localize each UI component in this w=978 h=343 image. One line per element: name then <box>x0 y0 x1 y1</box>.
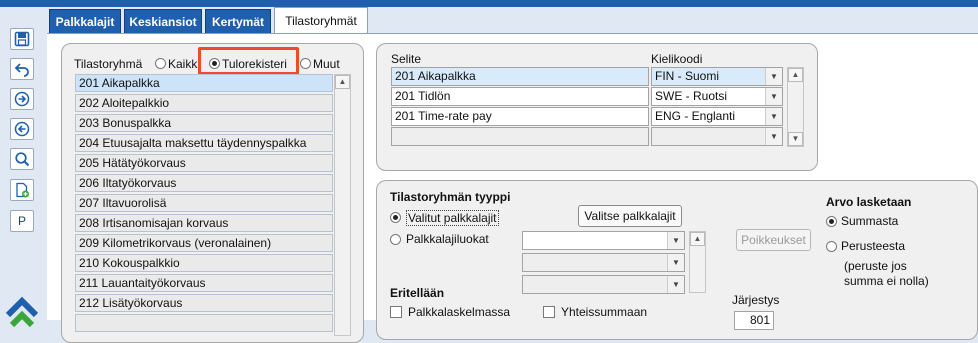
tab-keskiansiot[interactable]: Keskiansiot <box>124 9 202 33</box>
luokat-radio[interactable] <box>390 234 401 245</box>
language-select[interactable]: SWE - Ruotsi ▼ <box>651 87 783 106</box>
yhteissumma-checkbox[interactable] <box>543 306 555 318</box>
chevron-down-icon[interactable]: ▼ <box>765 108 782 125</box>
palkkalajiluokka-select[interactable]: ▼ <box>522 231 685 250</box>
print-button-label: P <box>17 214 26 228</box>
translations-panel: Selite Kielikoodi 201 Aikapalkka FIN - S… <box>376 43 818 171</box>
window-titlebar <box>0 0 978 7</box>
scroll-up-icon[interactable]: ▲ <box>788 68 803 82</box>
col-header-selite: Selite <box>391 52 422 66</box>
group-list-panel: Tilastoryhmä Kaikki Tulorekisteri Muut 2… <box>61 43 364 343</box>
list-item[interactable]: 210 Kokouspalkkio <box>75 254 333 272</box>
chevron-down-icon[interactable]: ▼ <box>765 128 782 145</box>
language-value: ENG - Englanti <box>655 109 736 123</box>
selite-field[interactable]: 201 Time-rate pay <box>391 107 649 126</box>
side-toolbar: P <box>0 7 47 328</box>
chevron-down-icon[interactable]: ▼ <box>667 276 684 293</box>
scroll-up-icon[interactable]: ▲ <box>335 75 350 89</box>
palkkalaskelma-checkbox[interactable] <box>390 306 402 318</box>
perusteesta-radio[interactable] <box>826 241 837 252</box>
jarjestys-label: Järjestys <box>732 293 780 307</box>
list-item[interactable]: 207 Iltavuorolisä <box>75 194 333 212</box>
list-item[interactable] <box>75 314 333 332</box>
col-header-kielikoodi: Kielikoodi <box>651 52 703 66</box>
chevron-down-icon[interactable]: ▼ <box>667 232 684 249</box>
chevron-down-icon[interactable]: ▼ <box>667 254 684 271</box>
list-item[interactable]: 212 Lisätyökorvaus <box>75 294 333 312</box>
tab-content: Tilastoryhmä Kaikki Tulorekisteri Muut 2… <box>47 33 978 343</box>
tab-tilastoryhmat[interactable]: Tilastoryhmät <box>274 7 368 33</box>
scroll-down-icon[interactable]: ▼ <box>788 132 803 146</box>
app-logo <box>4 295 40 328</box>
list-item[interactable]: 209 Kilometrikorvaus (veronalainen) <box>75 234 333 252</box>
selite-field[interactable] <box>391 127 649 146</box>
eritellaan-title: Eritellään <box>390 286 445 300</box>
list-item[interactable]: 208 Irtisanomisajan korvaus <box>75 214 333 232</box>
palkkalajiluokka-select[interactable]: ▼ <box>522 275 685 294</box>
language-select[interactable]: ▼ <box>651 127 783 146</box>
next-icon[interactable] <box>10 88 34 110</box>
summasta-label: Summasta <box>841 214 899 228</box>
palkkalajiluokka-select[interactable]: ▼ <box>522 253 685 272</box>
arvo-note: (peruste jos summa ei nolla) <box>844 259 929 288</box>
type-title: Tilastoryhmän tyyppi <box>390 190 511 204</box>
save-icon[interactable] <box>10 28 34 50</box>
list-item[interactable]: 203 Bonuspalkka <box>75 114 333 132</box>
list-item[interactable]: 211 Lauantaityökorvaus <box>75 274 333 292</box>
luokat-scrollbar[interactable]: ▲ <box>689 231 706 293</box>
filter-muut-radio[interactable] <box>300 58 311 69</box>
valitut-label: Valitut palkkalajit <box>406 210 499 226</box>
chevron-down-icon[interactable]: ▼ <box>765 68 782 85</box>
type-panel: Tilastoryhmän tyyppi Valitut palkkalajit… <box>376 180 978 340</box>
language-value: SWE - Ruotsi <box>655 89 728 103</box>
filter-label: Tilastoryhmä <box>74 57 143 71</box>
list-scrollbar[interactable]: ▲ <box>334 74 351 336</box>
filter-kaikki-label: Kaikki <box>168 57 201 71</box>
new-document-icon[interactable] <box>10 179 34 201</box>
list-item[interactable]: 206 Iltatyökorvaus <box>75 174 333 192</box>
tab-bar: Palkkalajit Keskiansiot Kertymät Tilasto… <box>47 7 978 33</box>
valitut-radio[interactable] <box>390 212 401 223</box>
list-item[interactable]: 201 Aikapalkka <box>75 74 333 92</box>
group-list[interactable]: 201 Aikapalkka 202 Aloitepalkkio 203 Bon… <box>75 74 333 332</box>
print-button[interactable]: P <box>10 210 34 232</box>
list-item[interactable]: 202 Aloitepalkkio <box>75 94 333 112</box>
chevron-down-icon[interactable]: ▼ <box>765 88 782 105</box>
yhteissumma-label: Yhteissummaan <box>561 305 648 319</box>
previous-icon[interactable] <box>10 118 34 140</box>
selite-field[interactable]: 201 Aikapalkka <box>391 67 649 86</box>
selite-field[interactable]: 201 Tidlön <box>391 87 649 106</box>
luokat-label: Palkkalajiluokat <box>406 232 489 246</box>
tab-kertymat[interactable]: Kertymät <box>205 9 271 33</box>
poikkeukset-button[interactable]: Poikkeukset <box>736 229 811 251</box>
list-item[interactable]: 205 Hätätyökorvaus <box>75 154 333 172</box>
jarjestys-field[interactable]: 801 <box>734 311 774 330</box>
valitse-palkkalajit-button[interactable]: Valitse palkkalajit <box>578 205 682 227</box>
language-select[interactable]: ENG - Englanti ▼ <box>651 107 783 126</box>
arvo-title: Arvo lasketaan <box>826 195 912 209</box>
scroll-up-icon[interactable]: ▲ <box>690 232 705 246</box>
language-value: FIN - Suomi <box>655 69 720 83</box>
undo-icon[interactable] <box>10 58 34 80</box>
language-select[interactable]: FIN - Suomi ▼ <box>651 67 783 86</box>
filter-kaikki-radio[interactable] <box>155 58 166 69</box>
filter-muut-label: Muut <box>313 57 340 71</box>
list-item[interactable]: 204 Etuusajalta maksettu täydennyspalkka <box>75 134 333 152</box>
translations-scrollbar[interactable]: ▲ ▼ <box>787 67 804 147</box>
highlight-box <box>198 47 299 75</box>
search-icon[interactable] <box>10 148 34 170</box>
palkkalaskelma-label: Palkkalaskelmassa <box>408 305 511 319</box>
summasta-radio[interactable] <box>826 216 837 227</box>
perusteesta-label: Perusteesta <box>841 239 906 253</box>
tab-palkkalajit[interactable]: Palkkalajit <box>49 9 121 33</box>
